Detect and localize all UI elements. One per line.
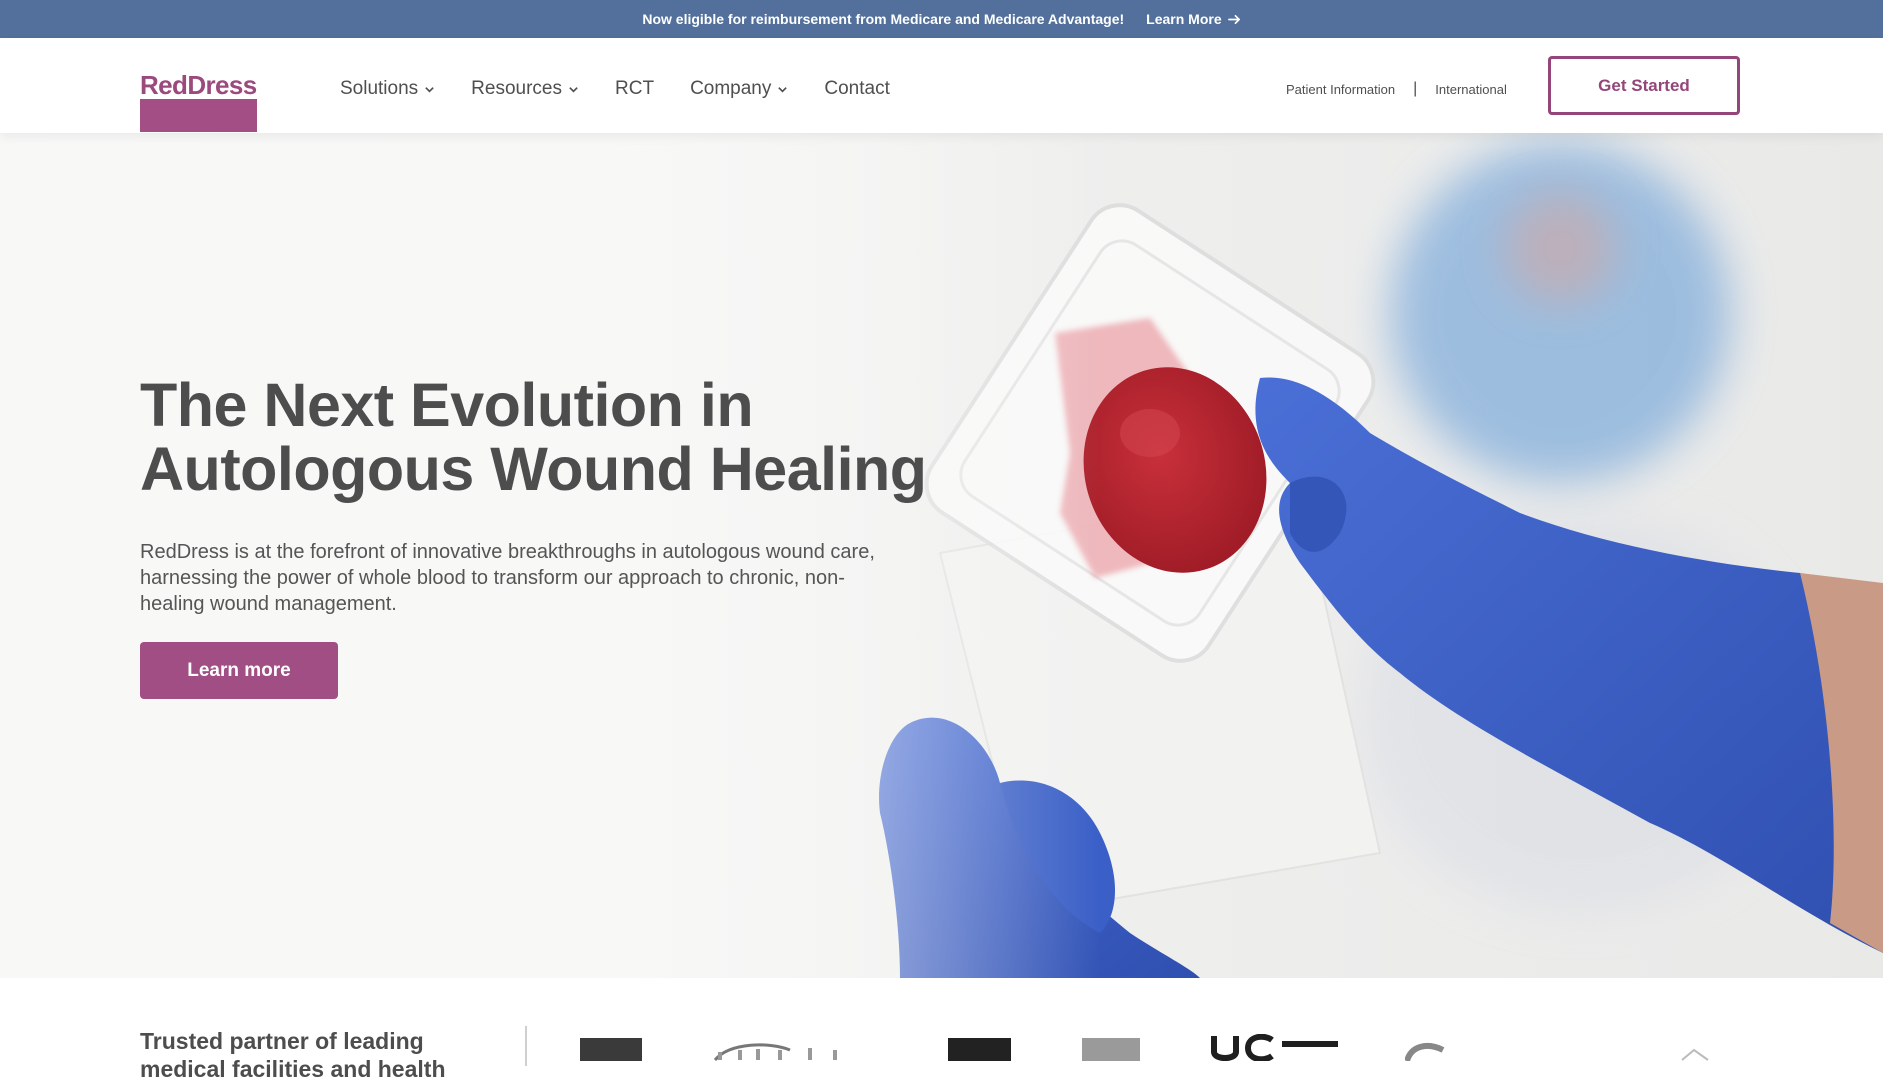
partner-logo-2 [713, 1043, 837, 1061]
announcement-bar: Now eligible for reimbursement from Medi… [0, 0, 1883, 38]
hero-title: The Next Evolution in Autologous Wound H… [140, 371, 927, 503]
nav-label: Company [690, 78, 772, 99]
site-header: RedDress Solutions Resources RCT Company… [0, 38, 1883, 133]
hero-description: RedDress is at the forefront of innovati… [140, 541, 875, 615]
utility-separator: | [1413, 80, 1418, 97]
partner-logo-7 [1681, 1048, 1709, 1061]
announcement-learn-more-link[interactable]: Learn More [1146, 11, 1240, 27]
partner-logo-5 [1211, 1034, 1338, 1061]
main-nav: Solutions Resources RCT Company Contact [340, 78, 926, 100]
nav-label: Contact [824, 78, 890, 99]
partner-logo-4 [1082, 1038, 1140, 1061]
nav-item-rct[interactable]: RCT [615, 78, 654, 100]
chevron-down-icon [778, 86, 788, 93]
nav-item-solutions[interactable]: Solutions [340, 78, 435, 100]
partner-logo-6 [1405, 1043, 1445, 1061]
utility-links: Patient Information | International [1286, 80, 1507, 98]
announcement-link-label: Learn More [1146, 11, 1222, 27]
arrow-right-icon [1227, 14, 1240, 24]
nav-item-company[interactable]: Company [690, 78, 788, 100]
partner-logo-3 [948, 1038, 1011, 1061]
learn-more-button[interactable]: Learn more [140, 642, 338, 699]
trusted-divider [525, 1026, 527, 1066]
trusted-partners-section: Trusted partner of leading medical facil… [0, 978, 1883, 1082]
chevron-down-icon [569, 86, 578, 93]
announcement-text: Now eligible for reimbursement from Medi… [642, 11, 1125, 27]
patient-information-link[interactable]: Patient Information [1286, 82, 1395, 97]
reddress-logo[interactable]: RedDress [140, 72, 257, 132]
logo-color-block [140, 99, 257, 132]
nav-item-resources[interactable]: Resources [471, 78, 579, 100]
nav-label: Solutions [340, 78, 419, 99]
get-started-button[interactable]: Get Started [1548, 56, 1740, 115]
nav-label: RCT [615, 78, 655, 99]
trusted-partners-title: Trusted partner of leading medical facil… [140, 1028, 446, 1082]
nav-label: Resources [471, 78, 562, 99]
chevron-down-icon [425, 86, 434, 93]
hero-section: The Next Evolution in Autologous Wound H… [0, 133, 1883, 978]
partner-logo-1 [580, 1038, 642, 1061]
logo-text: RedDress [140, 70, 257, 100]
international-link[interactable]: International [1435, 82, 1507, 97]
nav-item-contact[interactable]: Contact [824, 78, 889, 100]
